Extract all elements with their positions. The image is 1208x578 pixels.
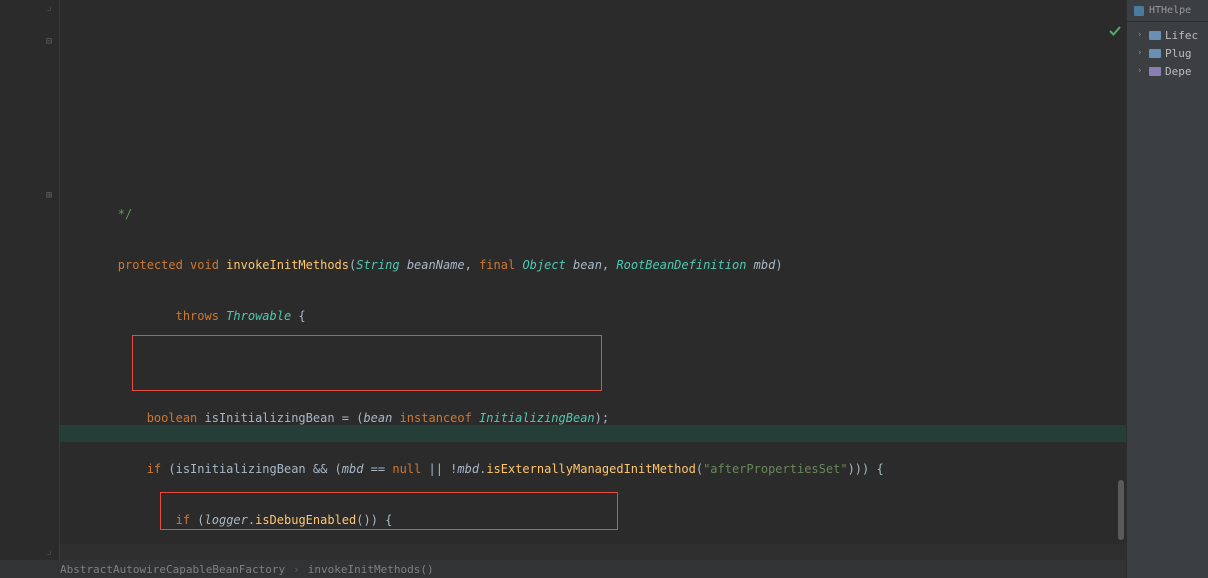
code-editor[interactable]: ⌟ ⊟ ⊞ ⌟ */ protected void invokeInitMeth… — [0, 0, 1126, 578]
fold-end-icon[interactable]: ⌟ — [46, 546, 52, 557]
tree-item-dependencies[interactable]: › Depe — [1137, 62, 1208, 80]
fold-toggle-icon[interactable]: ⊞ — [46, 190, 52, 201]
scrollbar-thumb[interactable] — [1118, 480, 1124, 540]
folder-icon — [1149, 30, 1161, 40]
panel-header[interactable]: HTHelpe — [1127, 0, 1208, 22]
error-stripe[interactable] — [1116, 20, 1126, 560]
tree-item-lifecycle[interactable]: › Lifec — [1137, 26, 1208, 44]
breadcrumb-class[interactable]: AbstractAutowireCapableBeanFactory — [60, 563, 285, 576]
breadcrumb-method[interactable]: invokeInitMethods() — [308, 563, 434, 576]
tree-label: Lifec — [1165, 29, 1198, 42]
panel-title: HTHelpe — [1149, 5, 1191, 16]
inspection-ok-icon — [1108, 24, 1122, 41]
folder-icon — [1149, 48, 1161, 58]
tree-item-plugins[interactable]: › Plug — [1137, 44, 1208, 62]
code-body[interactable]: */ protected void invokeInitMethods(Stri… — [60, 0, 1126, 560]
chevron-right-icon: › — [1137, 30, 1145, 40]
breadcrumb[interactable]: AbstractAutowireCapableBeanFactory › inv… — [0, 560, 1126, 578]
chevron-right-icon: › — [1137, 66, 1145, 76]
panel-icon — [1133, 5, 1145, 17]
chevron-right-icon: › — [1137, 48, 1145, 58]
fold-toggle-icon[interactable]: ⊟ — [46, 36, 52, 47]
code-line: */ — [60, 207, 132, 221]
tree-label: Plug — [1165, 47, 1192, 60]
gutter: ⌟ ⊟ ⊞ ⌟ — [0, 0, 60, 560]
fold-end-icon[interactable]: ⌟ — [46, 2, 52, 13]
side-panel[interactable]: HTHelpe › Lifec › Plug › Depe — [1126, 0, 1208, 578]
folder-icon — [1149, 66, 1161, 76]
tree-label: Depe — [1165, 65, 1192, 78]
chevron-right-icon: › — [293, 563, 300, 576]
